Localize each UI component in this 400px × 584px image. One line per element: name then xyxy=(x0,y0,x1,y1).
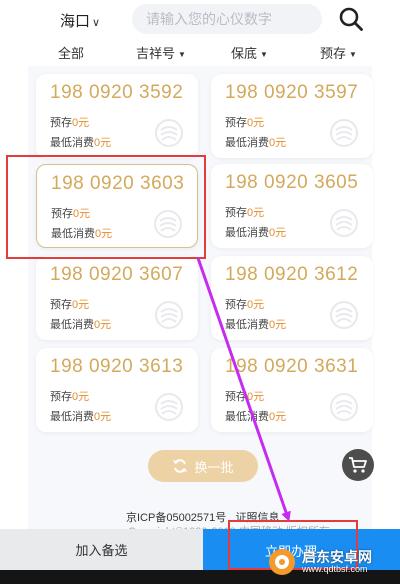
watermark-url: www.qdtbsf.com xyxy=(302,563,368,574)
site-watermark: 启东安卓网 www.qdtbsf.com xyxy=(268,543,398,581)
annotation-arrow xyxy=(196,257,291,522)
watermark-title: 启东安卓网 xyxy=(302,548,372,565)
watermark-logo-icon xyxy=(269,549,295,575)
